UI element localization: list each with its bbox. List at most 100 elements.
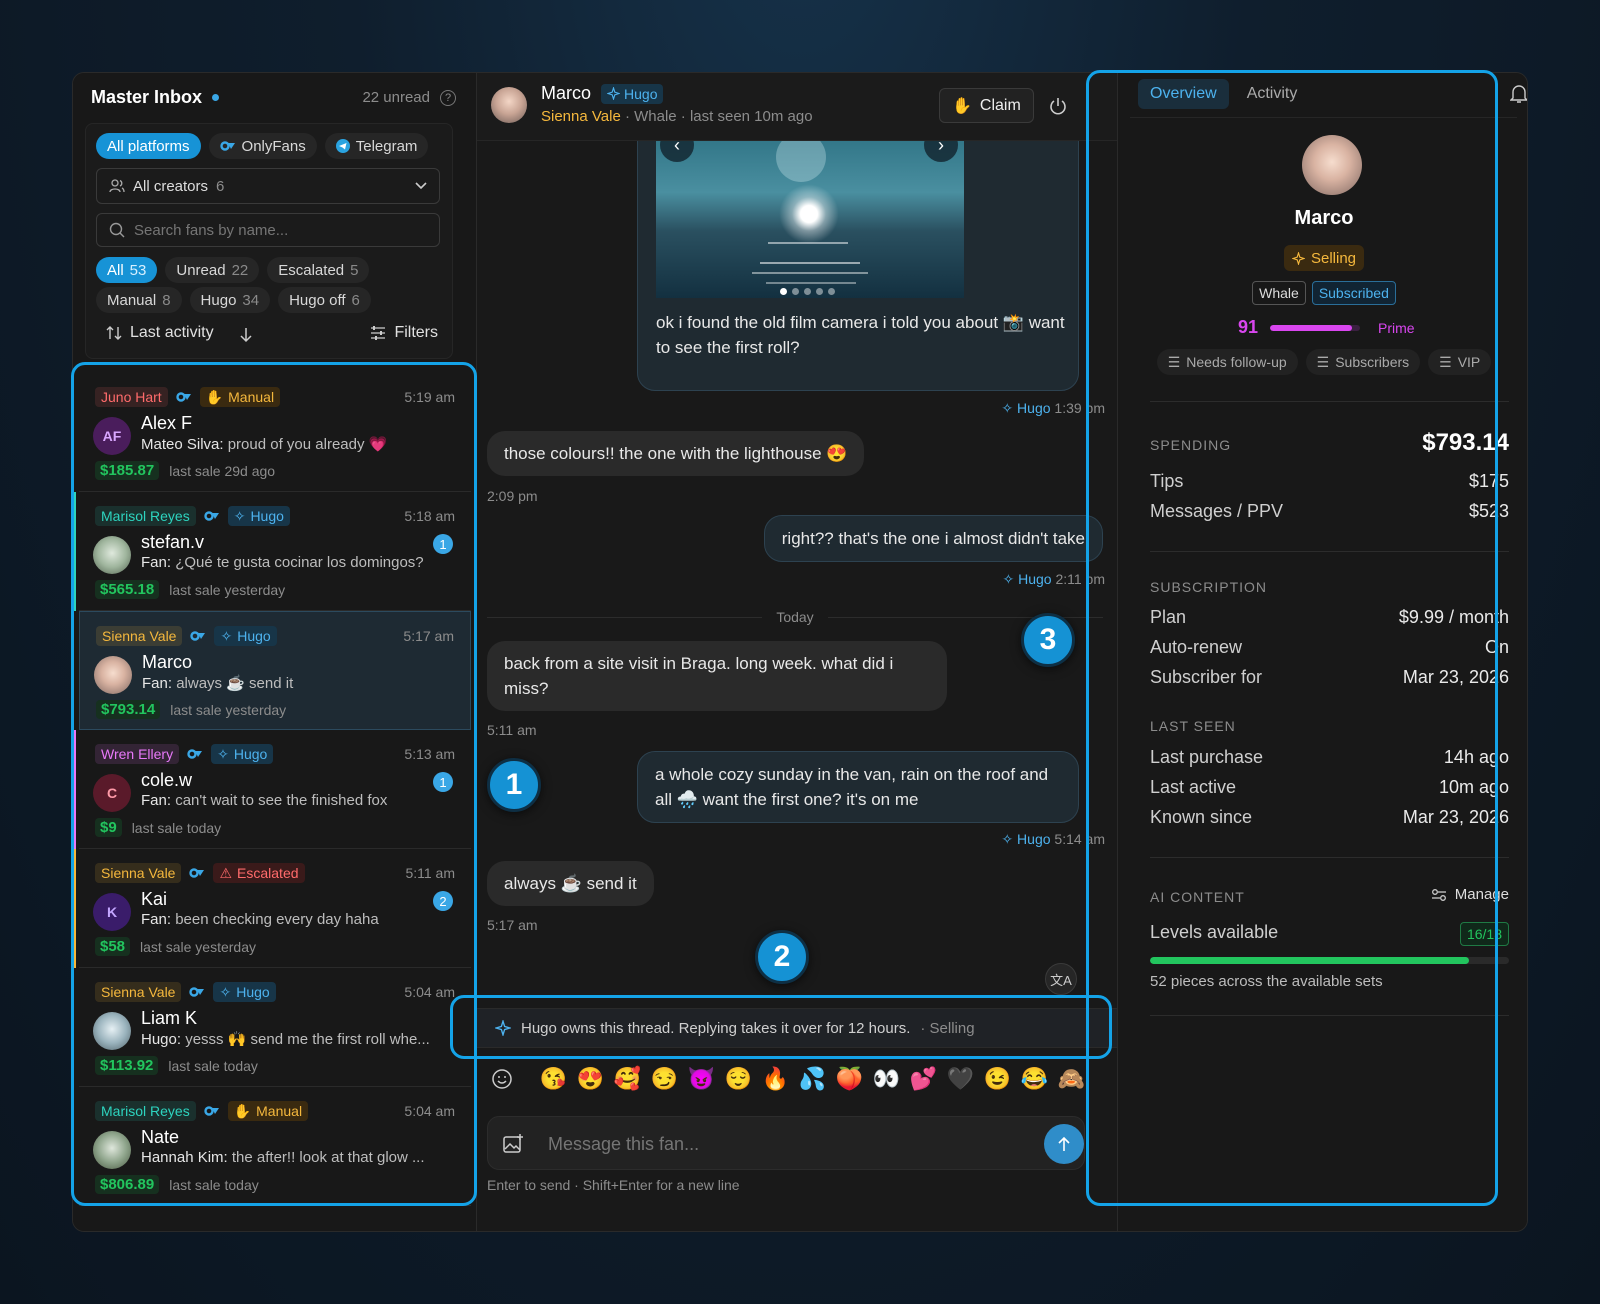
photo-carousel: ‹ ›: [656, 141, 964, 298]
fan-name: Marco: [142, 652, 193, 672]
search-input[interactable]: [134, 221, 424, 239]
conversation-row[interactable]: Sienna Vale ⚠ Escalated 5:11 am K Kai 2 Fan: be…: [79, 849, 471, 968]
sparkle-icon: [495, 1020, 511, 1036]
mode-icon: ✋: [233, 1102, 252, 1119]
emoji-button[interactable]: 😘: [535, 1066, 572, 1092]
search-box[interactable]: [96, 213, 440, 247]
mode-tag: ✋ Manual: [199, 387, 281, 407]
filter-escalated[interactable]: Escalated 5: [267, 257, 370, 283]
tab-activity[interactable]: Activity: [1235, 79, 1310, 109]
chat-panel: Marco Hugo Sienna Vale · Whale · last se…: [477, 73, 1117, 1231]
fan-name: Nate: [141, 1127, 180, 1147]
sort-control[interactable]: Last activity: [106, 324, 214, 342]
conversation-row[interactable]: Marisol Reyes ✋ Manual 5:04 am Nate Hannah Ki…: [79, 1087, 471, 1206]
message-input[interactable]: [548, 1131, 1018, 1157]
unread-indicator: [73, 492, 76, 611]
mode-tag: ✋ Manual: [227, 1101, 309, 1121]
sale-amount: $58: [95, 937, 131, 956]
conversation-row[interactable]: Sienna Vale ✧ Hugo 5:04 am Liam K Hugo: yesss…: [79, 968, 471, 1087]
conversation-row[interactable]: Juno Hart ✋ Manual 5:19 am AF Alex F Mateo Sil…: [79, 373, 471, 492]
filters-button[interactable]: Filters: [370, 324, 438, 342]
manage-button[interactable]: Manage: [1431, 886, 1509, 903]
platform-all[interactable]: All platforms: [96, 133, 201, 159]
sparkle-icon: [1291, 251, 1305, 265]
emoji-button[interactable]: 💦: [794, 1066, 831, 1092]
list-needs-follow-up[interactable]: ☰ Needs follow-up: [1156, 349, 1298, 375]
onlyfans-icon: [189, 868, 205, 878]
emoji-button[interactable]: 🙈: [1053, 1066, 1090, 1092]
avatar: C: [93, 774, 131, 812]
help-icon[interactable]: ?: [440, 89, 456, 106]
filter-unread[interactable]: Unread 22: [165, 257, 260, 283]
unread-badge: 1: [433, 534, 453, 554]
carousel-prev-button[interactable]: ‹: [660, 141, 694, 162]
emoji-button[interactable]: 🍑: [831, 1066, 868, 1092]
last-sale: last sale today: [131, 819, 222, 836]
last-sale: last sale 29d ago: [169, 462, 276, 479]
power-icon[interactable]: [1048, 96, 1068, 116]
emoji-button[interactable]: 👀: [868, 1066, 905, 1092]
message-bubble: always ☕ send it: [487, 861, 654, 906]
mode-tag: ✧ Hugo: [227, 506, 290, 526]
tab-overview[interactable]: Overview: [1138, 79, 1229, 109]
emoji-button[interactable]: 🔥: [757, 1066, 794, 1092]
creator-tag: Sienna Vale: [95, 982, 182, 1002]
carousel-next-button[interactable]: ›: [924, 141, 958, 162]
emoji-button[interactable]: 😏: [646, 1066, 683, 1092]
emoji-button[interactable]: 😂: [1016, 1066, 1053, 1092]
filter-all[interactable]: All 53: [96, 257, 158, 283]
last-sale: last sale yesterday: [169, 581, 286, 598]
day-divider: Today: [487, 609, 1104, 625]
emoji-button[interactable]: 😌: [720, 1066, 757, 1092]
emoji-picker-icon[interactable]: [491, 1068, 513, 1090]
conversation-row[interactable]: Marisol Reyes ✧ Hugo 5:18 am stefan.v 1 Fan: ¿…: [79, 492, 471, 611]
profile-avatar: [1302, 135, 1362, 195]
mode-tag: ✧ Hugo: [214, 626, 277, 646]
message-text: ok i found the old film camera i told yo…: [656, 313, 1065, 357]
conversation-row[interactable]: Wren Ellery ✧ Hugo 5:13 am Ccole.w 1 Fan: can'…: [79, 730, 471, 849]
filter-hugo[interactable]: Hugo 34: [189, 287, 271, 313]
platform-telegram[interactable]: Telegram: [324, 133, 429, 159]
creator-select[interactable]: All creators 6: [96, 168, 440, 204]
sliders-icon: [1431, 888, 1446, 901]
message-bubble: right?? that's the one i almost didn't t…: [763, 515, 1103, 562]
avatar: AF: [93, 417, 131, 455]
filter-manual[interactable]: Manual 8: [96, 287, 182, 313]
emoji-button[interactable]: 🖤: [942, 1066, 979, 1092]
mode-tag: Hugo: [601, 83, 664, 104]
translate-button[interactable]: 文A: [1045, 963, 1077, 995]
fan-name: Alex F: [141, 413, 193, 433]
last-active: Last active 10m ago: [1150, 777, 1509, 797]
emoji-button[interactable]: 💕: [905, 1066, 942, 1092]
conversation-row[interactable]: Sienna Vale ✧ Hugo 5:17 am Marco Fan: always …: [79, 611, 471, 730]
send-button[interactable]: [1044, 1124, 1084, 1164]
list-icon: ☰: [1439, 353, 1452, 370]
inbox-panel: Master Inbox 22 unread ? All platforms O…: [73, 73, 477, 1231]
onlyfans-icon: [176, 392, 191, 402]
list-subscribers[interactable]: ☰ Subscribers: [1305, 349, 1421, 375]
fan-name: stefan.v: [141, 532, 205, 552]
image-upload-icon[interactable]: [502, 1133, 524, 1155]
emoji-button[interactable]: 🥰: [609, 1066, 646, 1092]
emoji-button[interactable]: 😉: [979, 1066, 1016, 1092]
carousel-dots[interactable]: [780, 288, 835, 295]
emoji-button[interactable]: 😈: [683, 1066, 720, 1092]
list-vip[interactable]: ☰ VIP: [1428, 349, 1492, 375]
onlyfans-icon: [204, 1106, 219, 1116]
spending-messages: Messages / PPV $523: [1150, 501, 1509, 521]
conversation-time: 5:04 am: [404, 984, 455, 1000]
subscription-auto-renew: Auto-renew On: [1150, 637, 1509, 657]
arrow-up-icon: [1058, 1136, 1070, 1151]
sale-amount: $806.89: [95, 1175, 160, 1194]
mode-icon: ✧: [220, 627, 233, 644]
filter-box: All platforms OnlyFans Telegram All crea…: [85, 123, 453, 359]
claim-button[interactable]: ✋ Claim: [939, 88, 1034, 123]
emoji-button[interactable]: 😍: [572, 1066, 609, 1092]
last-purchase: Last purchase 14h ago: [1150, 747, 1509, 767]
platform-onlyfans[interactable]: OnlyFans: [208, 133, 317, 159]
status-badge: Selling: [1283, 245, 1365, 271]
bell-icon[interactable]: [1510, 84, 1528, 104]
filter-hugo-off[interactable]: Hugo off 6: [278, 287, 371, 313]
mode-tag: ✧ Hugo: [211, 744, 274, 764]
arrow-down-icon[interactable]: [239, 327, 253, 343]
